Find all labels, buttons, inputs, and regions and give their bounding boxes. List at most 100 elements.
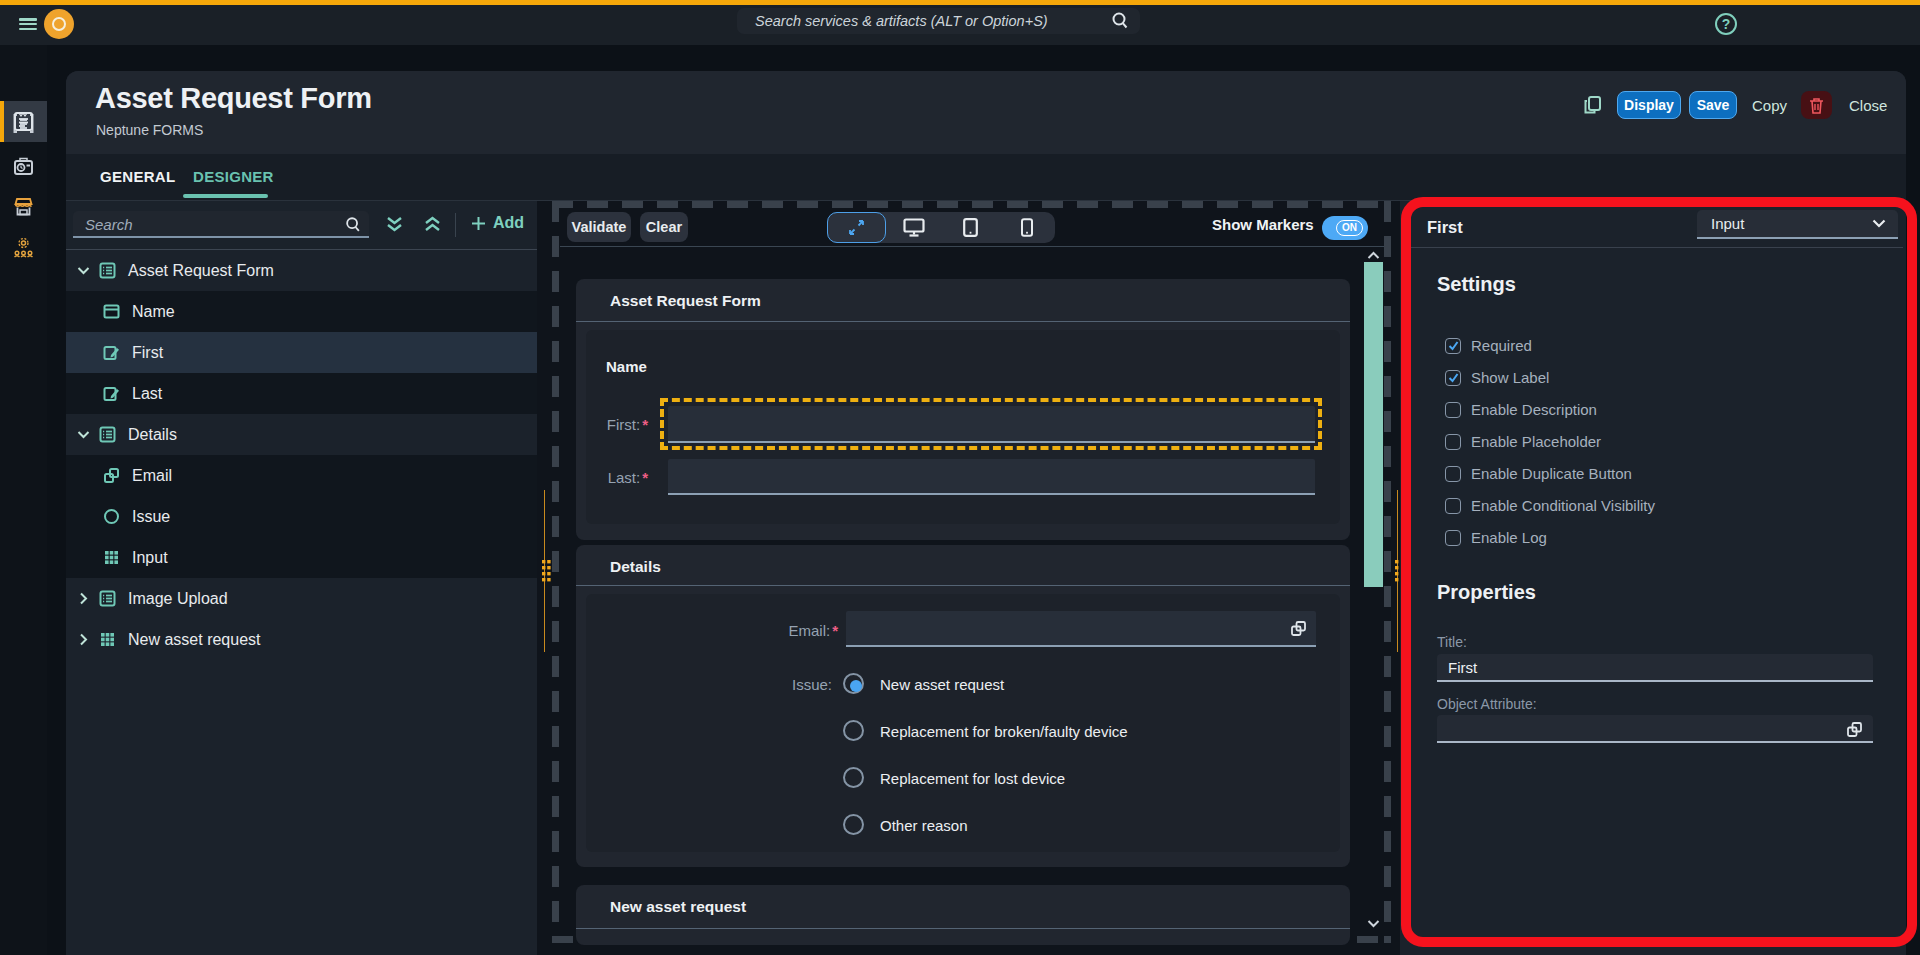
tree-search-placeholder: Search xyxy=(85,216,133,233)
org-users-icon[interactable] xyxy=(13,237,34,258)
plus-icon xyxy=(471,216,486,231)
page-subtitle: Neptune FORMS xyxy=(96,122,203,138)
media-icon[interactable] xyxy=(13,156,34,177)
radio-label: Other reason xyxy=(880,817,968,834)
tree-item-label: Details xyxy=(128,426,177,444)
chevron-down-icon[interactable] xyxy=(77,266,90,275)
tree-item-first[interactable]: First xyxy=(66,332,537,373)
form-card-asset-request: Asset Request Form Name First:* Last:* xyxy=(576,279,1350,540)
email-input[interactable] xyxy=(846,611,1316,647)
tab-active-underline xyxy=(183,194,268,198)
trash-icon xyxy=(1809,97,1824,114)
tree-item-input[interactable]: Input xyxy=(66,537,537,578)
grid-icon xyxy=(103,549,120,566)
left-resize-grip[interactable] xyxy=(541,559,552,585)
tree-item-label: New asset request xyxy=(128,631,261,649)
card-title-separator xyxy=(576,321,1350,322)
copy-field-icon xyxy=(103,467,120,484)
toolbar-divider xyxy=(455,213,456,237)
device-preview-switch xyxy=(827,212,1055,243)
scrollbar-thumb[interactable] xyxy=(1364,262,1383,587)
form-icon xyxy=(99,426,116,443)
field-label-issue: Issue: xyxy=(576,676,832,693)
canvas-border-left xyxy=(552,201,559,943)
close-button[interactable]: Close xyxy=(1849,91,1887,119)
toolbar-separator xyxy=(560,246,1384,247)
designer-canvas: Validate Clear Show Markers ON Asset Req… xyxy=(537,201,1400,955)
tree-item-label: First xyxy=(132,344,163,362)
expand-all-icon[interactable] xyxy=(386,215,403,234)
hamburger-menu-icon[interactable] xyxy=(19,18,37,30)
tree-item-details[interactable]: Details xyxy=(66,414,537,455)
add-button[interactable]: Add xyxy=(471,214,524,232)
desktop-segment[interactable] xyxy=(886,212,943,243)
save-button[interactable]: Save xyxy=(1689,91,1737,119)
help-icon[interactable]: ? xyxy=(1715,13,1737,35)
tablet-icon xyxy=(963,218,978,237)
tree-item-label: Input xyxy=(132,549,168,567)
input-edit-icon xyxy=(103,385,120,402)
desktop-icon xyxy=(903,218,925,237)
value-help-icon[interactable] xyxy=(1290,620,1307,637)
panel-icon xyxy=(103,303,120,320)
copy-button[interactable]: Copy xyxy=(1752,91,1787,119)
scroll-down-icon[interactable] xyxy=(1367,919,1380,928)
page-title: Asset Request Form xyxy=(95,82,372,115)
chevron-right-icon[interactable] xyxy=(77,633,90,646)
radio-label: Replacement for lost device xyxy=(880,770,1065,787)
display-button[interactable]: Display xyxy=(1617,91,1681,119)
form-icon xyxy=(99,262,116,279)
collapse-all-icon[interactable] xyxy=(424,215,441,234)
left-icon-rail xyxy=(0,45,47,955)
phone-segment[interactable] xyxy=(999,212,1056,243)
first-input[interactable] xyxy=(668,406,1315,443)
radio-other[interactable] xyxy=(843,814,864,835)
validate-button[interactable]: Validate xyxy=(567,212,631,242)
tablet-segment[interactable] xyxy=(942,212,999,243)
scroll-up-icon[interactable] xyxy=(1367,251,1380,260)
last-input[interactable] xyxy=(668,459,1315,495)
clear-button[interactable]: Clear xyxy=(640,212,688,242)
chevron-right-icon[interactable] xyxy=(77,592,90,605)
phone-icon xyxy=(1021,218,1033,237)
tree-item-image-upload[interactable]: Image Upload xyxy=(66,578,537,619)
delete-button[interactable] xyxy=(1801,91,1832,119)
radio-new-asset[interactable] xyxy=(843,673,864,694)
form-icon xyxy=(99,590,116,607)
canvas-border-top xyxy=(552,201,1392,208)
fit-width-segment[interactable] xyxy=(827,212,886,243)
radio-broken[interactable] xyxy=(843,720,864,741)
tree-item-new-asset-request[interactable]: New asset request xyxy=(66,619,537,660)
form-card-title: Details xyxy=(610,558,661,576)
search-icon xyxy=(1110,11,1130,31)
global-search-placeholder: Search services & artifacts (ALT or Opti… xyxy=(755,13,1110,29)
tree-search-input[interactable]: Search xyxy=(73,211,369,238)
form-card-new-asset-request: New asset request xyxy=(576,885,1350,945)
tree-item-email[interactable]: Email xyxy=(66,455,537,496)
tree-item-name[interactable]: Name xyxy=(66,291,537,332)
tree-item-last[interactable]: Last xyxy=(66,373,537,414)
field-label-last: Last:* xyxy=(576,469,648,486)
rail-selected-indicator xyxy=(0,101,4,142)
global-search-input[interactable]: Search services & artifacts (ALT or Opti… xyxy=(737,8,1140,34)
tab-designer[interactable]: DESIGNER xyxy=(193,168,274,185)
show-markers-toggle[interactable]: ON xyxy=(1322,216,1368,240)
add-button-label: Add xyxy=(493,214,524,232)
field-label-first: First:* xyxy=(576,416,648,433)
chevron-down-icon[interactable] xyxy=(77,430,90,439)
radio-lost[interactable] xyxy=(843,767,864,788)
search-icon xyxy=(344,216,362,234)
duplicate-icon[interactable] xyxy=(1583,95,1603,115)
store-icon[interactable] xyxy=(13,196,34,217)
tree-item-asset-request-form[interactable]: Asset Request Form xyxy=(66,250,537,291)
grid-icon xyxy=(99,631,116,648)
tree-item-label: Asset Request Form xyxy=(128,262,274,280)
forms-icon[interactable] xyxy=(13,111,34,132)
tab-general[interactable]: GENERAL xyxy=(100,168,175,185)
card-title-separator xyxy=(576,585,1350,586)
tree-panel: Search Add Asset Request Form Name First… xyxy=(66,201,537,955)
show-markers-label: Show Markers xyxy=(1212,216,1314,233)
tree-item-issue[interactable]: Issue xyxy=(66,496,537,537)
form-card-title: Asset Request Form xyxy=(610,292,761,310)
canvas-border-right xyxy=(1384,201,1391,943)
